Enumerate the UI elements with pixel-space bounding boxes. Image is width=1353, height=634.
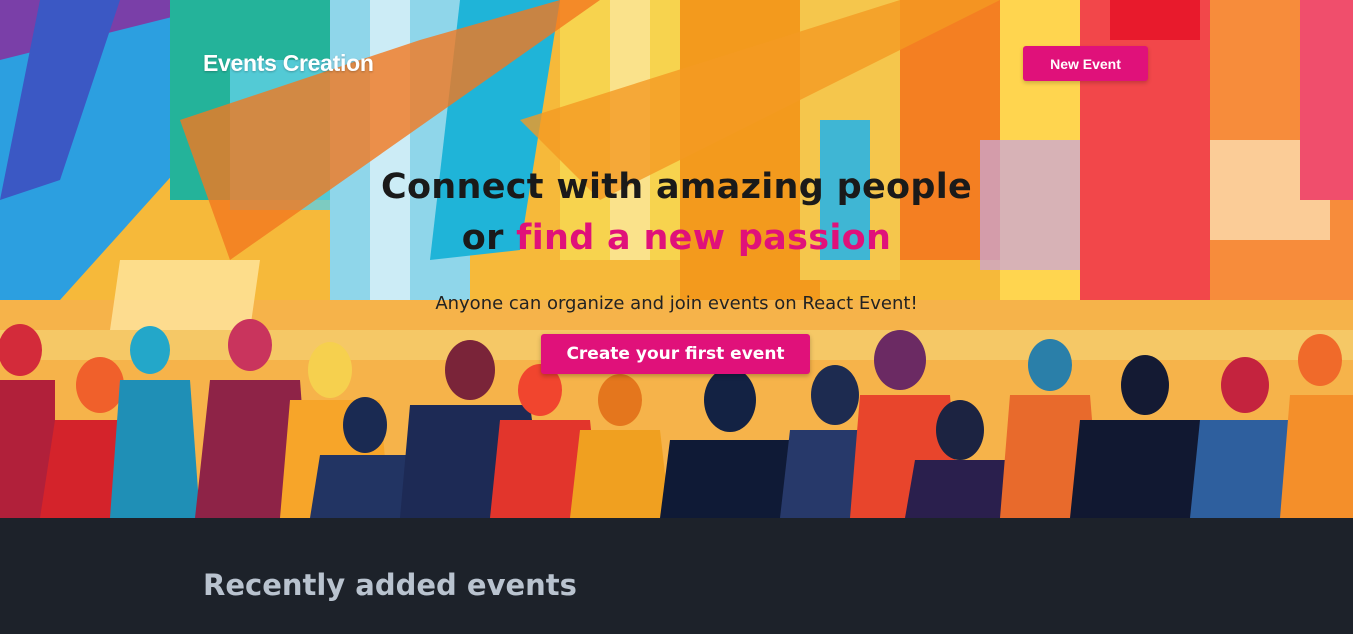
- brand-logo-text[interactable]: Events Creation: [203, 50, 374, 77]
- headline-line-2: or find a new passion: [0, 213, 1353, 264]
- recent-events-title: Recently added events: [203, 568, 577, 602]
- create-first-event-button[interactable]: Create your first event: [541, 334, 810, 374]
- new-event-button[interactable]: New Event: [1023, 46, 1148, 81]
- hero-subline: Anyone can organize and join events on R…: [435, 293, 918, 314]
- hero-section: Events Creation New Event Connect with a…: [0, 0, 1353, 518]
- headline-or: or: [461, 218, 504, 258]
- recent-events-section: Recently added events: [0, 518, 1353, 634]
- headline-line-1: Connect with amazing people: [380, 167, 973, 207]
- hero-headline: Connect with amazing people or find a ne…: [0, 162, 1353, 264]
- headline-accent: find a new passion: [516, 218, 892, 258]
